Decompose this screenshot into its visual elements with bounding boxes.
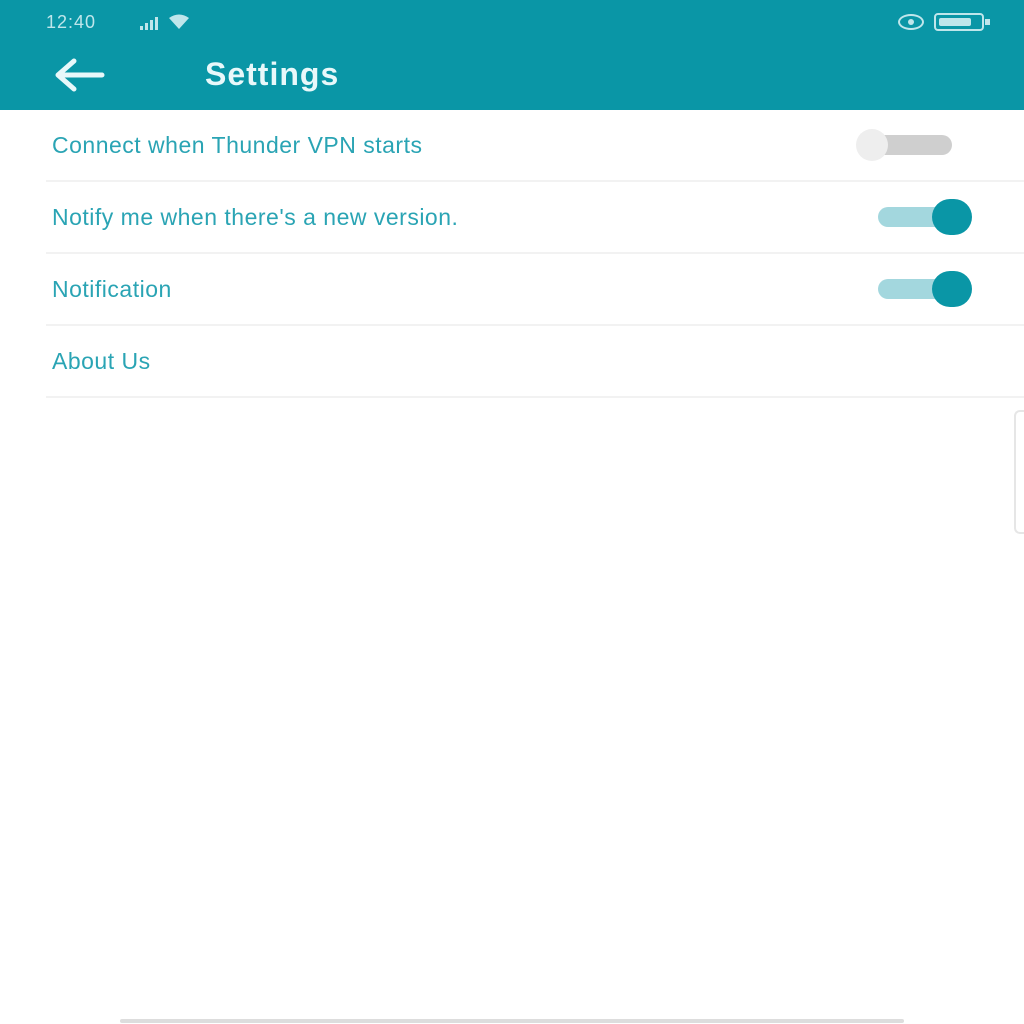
arrow-left-icon xyxy=(55,58,105,92)
setting-row-about-us[interactable]: About Us xyxy=(46,326,1024,398)
wifi-icon xyxy=(169,14,189,29)
connect-on-start-toggle[interactable] xyxy=(856,125,952,165)
settings-list: Connect when Thunder VPN starts Notify m… xyxy=(46,110,1024,398)
toggle-thumb xyxy=(856,129,888,161)
status-signal-group xyxy=(140,14,190,30)
eye-icon xyxy=(898,14,924,30)
notification-toggle[interactable] xyxy=(876,269,972,309)
back-button[interactable] xyxy=(50,54,110,96)
new-version-toggle[interactable] xyxy=(876,197,972,237)
app-bar: 12:40 Settings xyxy=(0,0,1024,110)
settings-screen: 12:40 Settings Connect when Thunder VPN … xyxy=(0,0,1024,1024)
about-us-link[interactable]: About Us xyxy=(52,348,151,375)
status-bar: 12:40 xyxy=(0,0,1024,46)
gesture-nav-bar[interactable] xyxy=(120,1019,904,1023)
battery-icon xyxy=(934,13,990,31)
signal-icon xyxy=(140,17,158,30)
toggle-thumb xyxy=(932,271,972,307)
setting-label: Notification xyxy=(52,275,172,302)
side-panel-handle[interactable] xyxy=(1014,410,1024,534)
setting-row-new-version[interactable]: Notify me when there's a new version. xyxy=(46,182,1024,254)
status-right-group xyxy=(898,13,990,31)
setting-row-connect-on-start[interactable]: Connect when Thunder VPN starts xyxy=(46,110,1024,182)
setting-label: Notify me when there's a new version. xyxy=(52,203,459,230)
setting-row-notification[interactable]: Notification xyxy=(46,254,1024,326)
setting-label: Connect when Thunder VPN starts xyxy=(52,131,423,158)
toggle-thumb xyxy=(932,199,972,235)
page-title: Settings xyxy=(205,56,340,92)
status-time: 12:40 xyxy=(46,12,97,32)
